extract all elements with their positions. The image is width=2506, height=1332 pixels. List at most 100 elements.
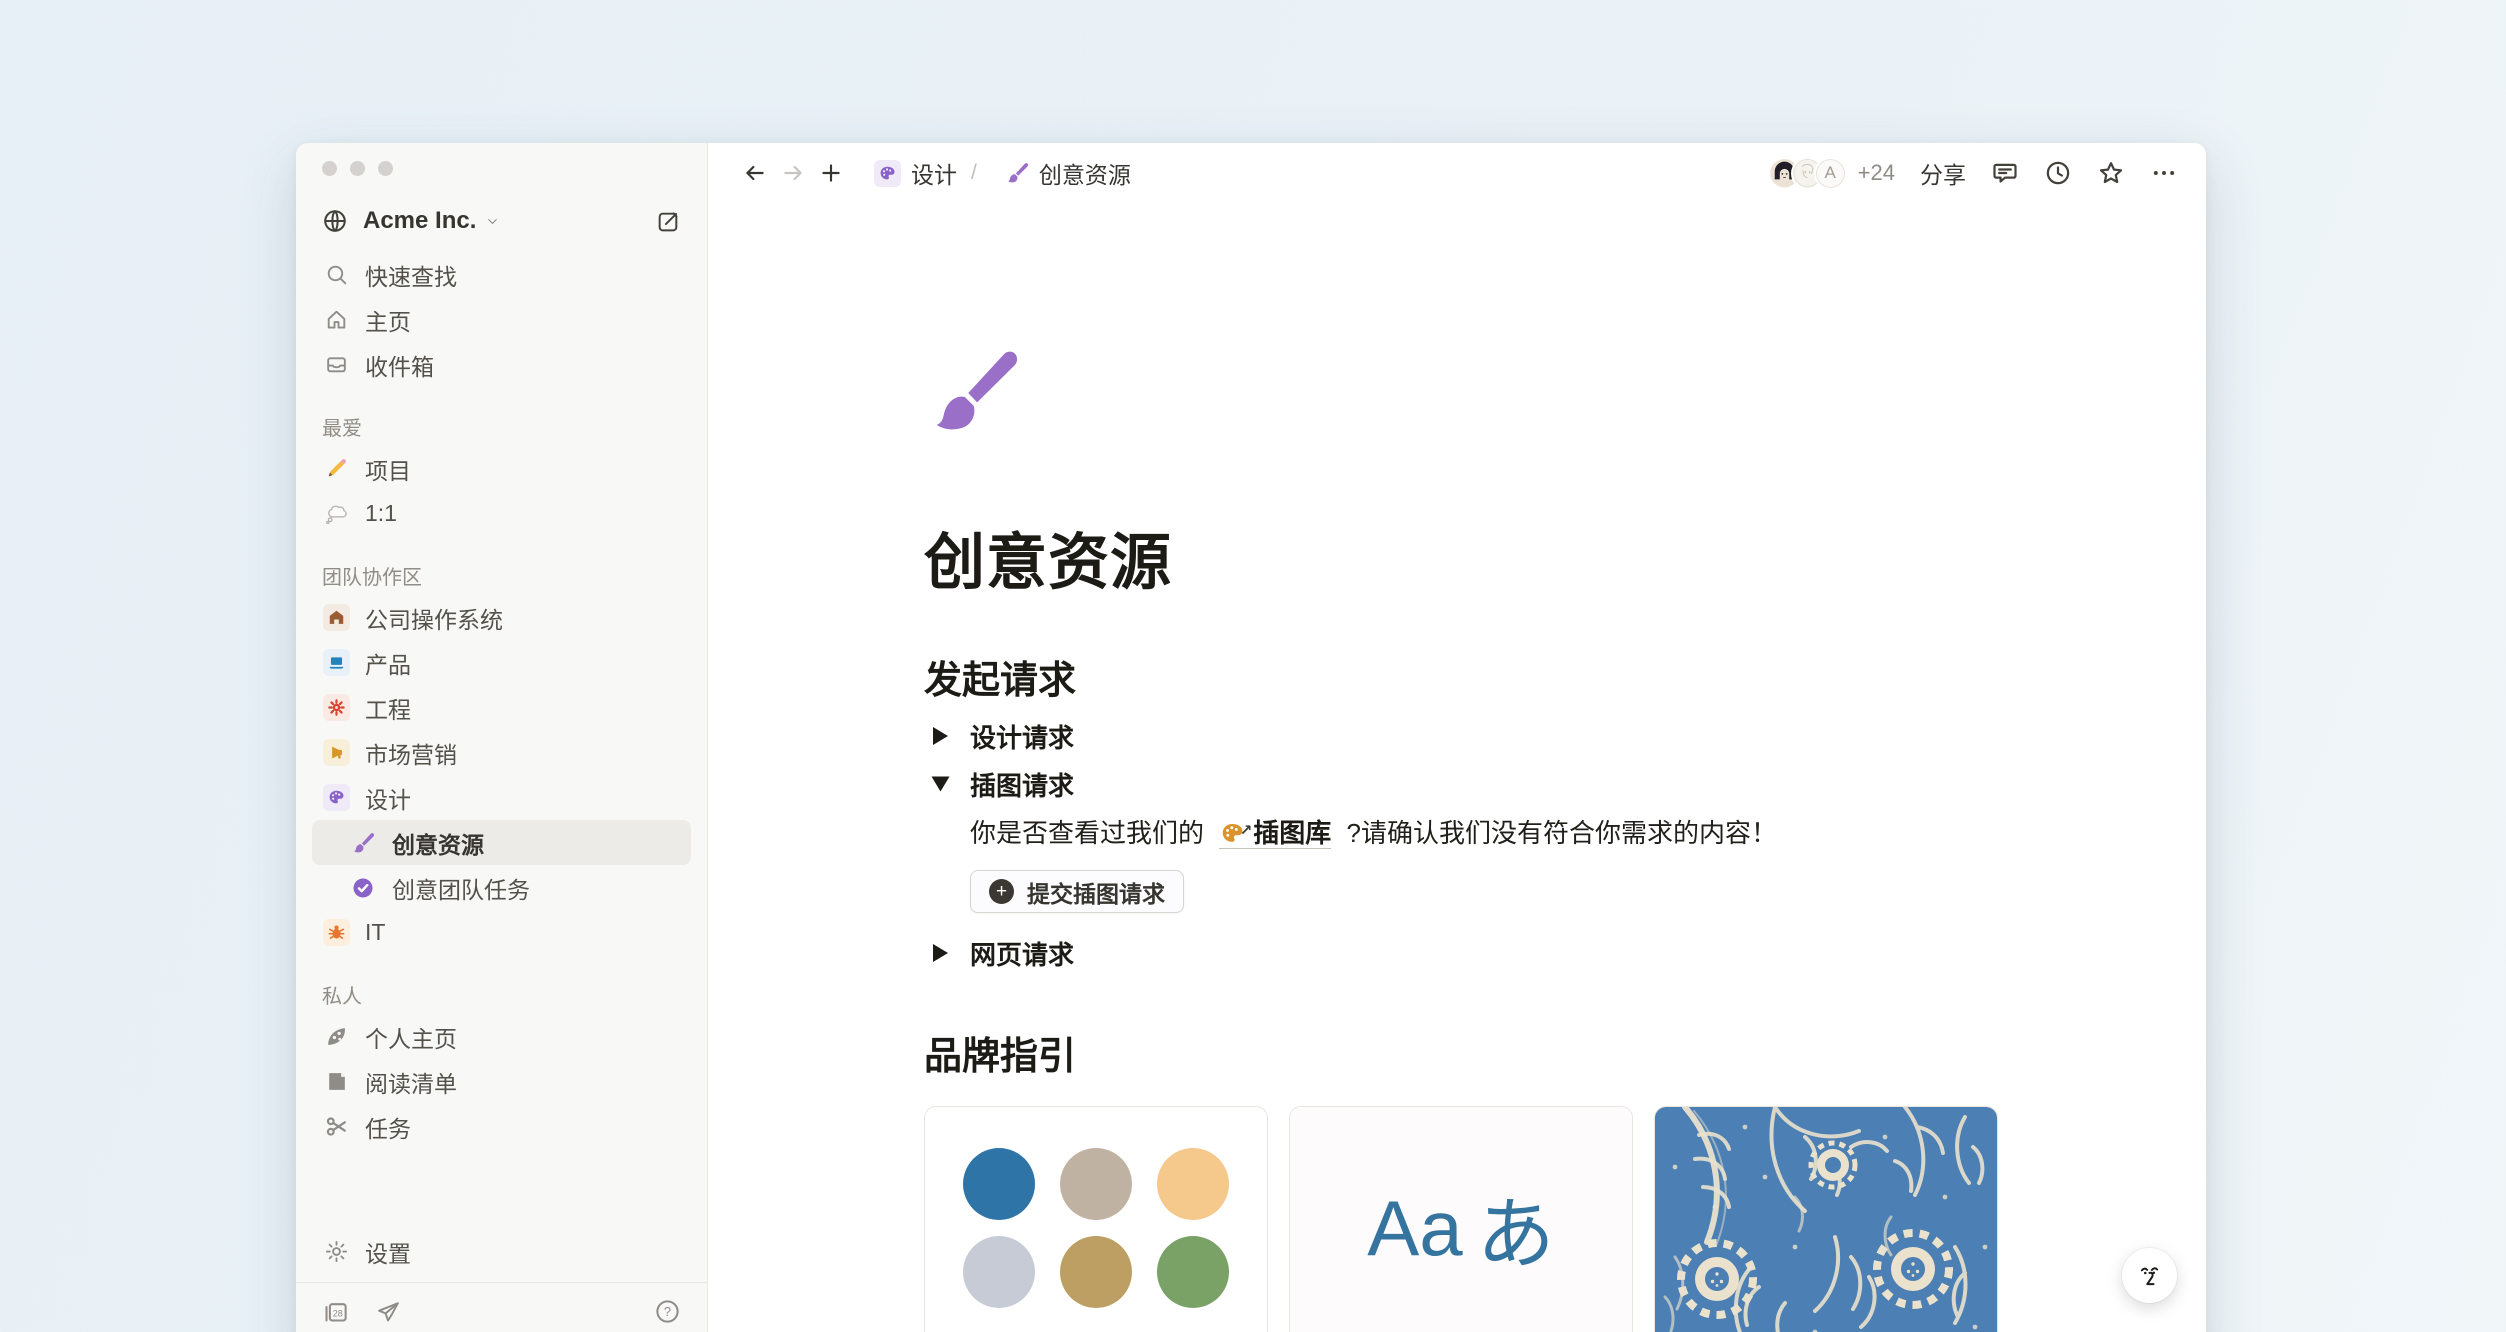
sidebar-item-label: 主页 xyxy=(365,308,411,335)
sidebar-item-reading-list[interactable]: 阅读清单 xyxy=(312,1059,691,1104)
illustration-request-text: 你是否查看过我们的 ↗ 插图库 ?请确认我们没有符合你需求的内容！ xyxy=(970,813,1998,853)
sidebar-item-it[interactable]: IT xyxy=(312,910,691,955)
color-swatch xyxy=(963,1236,1035,1308)
sidebar-item-projects[interactable]: 项目 xyxy=(312,446,691,491)
sidebar-item-quick-find[interactable]: 快速查找 xyxy=(312,252,691,297)
toggle-illustration-requests[interactable]: 插图请求 xyxy=(924,760,1998,808)
brand-cards: 颜色 Aa あ 排版 xyxy=(924,1106,1998,1332)
house-icon xyxy=(322,604,350,631)
avatar-overflow: A xyxy=(1813,156,1847,190)
comments-icon[interactable] xyxy=(1991,159,2019,187)
sidebar-item-label: 阅读清单 xyxy=(365,1070,457,1097)
sidebar-item-label: 快速查找 xyxy=(365,263,457,290)
check-circle-icon xyxy=(349,876,377,900)
share-button[interactable]: 分享 xyxy=(1920,156,1966,190)
calendar-icon[interactable]: 28 xyxy=(322,1298,349,1325)
sidebar-item-creative-assets[interactable]: 创意资源 xyxy=(312,820,691,865)
search-icon xyxy=(322,262,350,287)
card-colors[interactable]: 颜色 xyxy=(924,1106,1268,1332)
window-controls xyxy=(312,159,691,178)
collaborator-avatars[interactable]: A xyxy=(1767,156,1847,190)
sidebar-item-settings[interactable]: 设置 xyxy=(312,1229,691,1274)
topbar: 设计 / 创意资源 A +24 分享 xyxy=(708,143,2206,203)
sidebar-footer: 设置 28 ? xyxy=(296,1229,707,1332)
toggle-label: 网页请求 xyxy=(970,939,1075,970)
book-icon xyxy=(322,1069,350,1094)
toggle-label: 设计请求 xyxy=(970,722,1075,753)
close-window-button[interactable] xyxy=(322,161,337,176)
pizza-icon xyxy=(322,1024,350,1049)
illustration-library-link[interactable]: ↗ 插图库 xyxy=(1219,818,1332,849)
paper-plane-icon[interactable] xyxy=(375,1299,401,1325)
color-swatch xyxy=(1060,1236,1132,1308)
sidebar-item-one-on-one[interactable]: 1:1 xyxy=(312,491,691,536)
toggle-triangle-icon[interactable] xyxy=(924,727,970,745)
chevron-down-icon xyxy=(485,214,500,229)
sidebar-item-tasks[interactable]: 任务 xyxy=(312,1104,691,1149)
paintbrush-icon xyxy=(1005,161,1029,185)
app-window: Acme Inc. 快速查找 主页 收件箱 最爱 项目 1:1 团队协作区 公司… xyxy=(296,143,2206,1332)
history-clock-icon[interactable] xyxy=(2044,159,2072,187)
page-content: 创意资源 发起请求 设计请求 插图请求 你是否查看过我们的 ↗ 插图库 ?请确认我… xyxy=(708,343,1998,1332)
sidebar-item-label: 任务 xyxy=(365,1115,411,1142)
card-imagery[interactable]: 图像 xyxy=(1654,1106,1998,1332)
submit-illustration-request-button[interactable]: + 提交插图请求 xyxy=(970,870,1184,913)
workspace-switcher[interactable]: Acme Inc. xyxy=(312,199,691,243)
card-typography[interactable]: Aa あ 排版 xyxy=(1289,1106,1633,1332)
sub-page-arrow-icon: ↗ xyxy=(1239,822,1253,839)
assistant-face-button[interactable] xyxy=(2122,1248,2177,1303)
sidebar-item-design[interactable]: 设计 xyxy=(312,775,691,820)
color-swatch xyxy=(963,1148,1035,1220)
sidebar-item-label: 公司操作系统 xyxy=(365,606,503,633)
compose-button[interactable] xyxy=(656,209,681,234)
section-label-private: 私人 xyxy=(322,986,362,1008)
gear-icon xyxy=(322,694,350,721)
more-options-icon[interactable] xyxy=(2150,159,2178,187)
toggle-design-requests[interactable]: 设计请求 xyxy=(924,712,1998,760)
sidebar-item-label: 收件箱 xyxy=(365,353,434,380)
sidebar-item-company-os[interactable]: 公司操作系统 xyxy=(312,595,691,640)
sidebar-item-personal-home[interactable]: 个人主页 xyxy=(312,1014,691,1059)
laptop-icon xyxy=(322,649,350,676)
breadcrumb-page[interactable]: 创意资源 xyxy=(1005,156,1131,190)
home-icon xyxy=(322,307,350,332)
page-icon-paintbrush[interactable] xyxy=(924,343,1021,440)
breadcrumb-team[interactable]: 设计 xyxy=(874,156,957,190)
sidebar-item-product[interactable]: 产品 xyxy=(312,640,691,685)
breadcrumb-team-label: 设计 xyxy=(911,162,957,188)
palette-icon: ↗ xyxy=(1219,820,1252,847)
section-heading-brand: 品牌指引 xyxy=(924,1036,1077,1078)
toggle-web-requests[interactable]: 网页请求 xyxy=(924,929,1998,977)
help-button[interactable]: ? xyxy=(654,1298,681,1325)
sidebar-nav: 快速查找 主页 收件箱 xyxy=(312,252,691,387)
sidebar-item-label: 创意团队任务 xyxy=(392,876,530,903)
sidebar-item-label: 个人主页 xyxy=(365,1025,457,1052)
sidebar-item-inbox[interactable]: 收件箱 xyxy=(312,342,691,387)
sidebar-item-marketing[interactable]: 市场营销 xyxy=(312,730,691,775)
sidebar-item-creative-team-tasks[interactable]: 创意团队任务 xyxy=(312,865,691,910)
sidebar-item-home[interactable]: 主页 xyxy=(312,297,691,342)
desktop: { "colors": { "accent_purple": "#9a6fc8"… xyxy=(0,0,2506,1332)
collaborator-overflow-count: +24 xyxy=(1857,160,1895,185)
sidebar: Acme Inc. 快速查找 主页 收件箱 最爱 项目 1:1 团队协作区 公司… xyxy=(296,143,708,1332)
bug-icon xyxy=(322,919,350,946)
back-button[interactable] xyxy=(736,154,774,192)
breadcrumb-separator: / xyxy=(971,161,977,184)
toggle-triangle-icon[interactable] xyxy=(924,775,970,793)
toggle-list: 设计请求 插图请求 你是否查看过我们的 ↗ 插图库 ?请确认我们没有符合你需求的内… xyxy=(924,712,1998,977)
zoom-window-button[interactable] xyxy=(378,161,393,176)
minimize-window-button[interactable] xyxy=(350,161,365,176)
workspace-name: Acme Inc. xyxy=(363,207,477,234)
sidebar-item-label: 产品 xyxy=(365,651,411,678)
megaphone-icon xyxy=(322,739,350,766)
toggle-triangle-icon[interactable] xyxy=(924,944,970,962)
page-title: 创意资源 xyxy=(924,528,1173,596)
sidebar-item-label: 工程 xyxy=(365,696,411,723)
section-label-favorites: 最爱 xyxy=(322,418,362,440)
favorite-star-icon[interactable] xyxy=(2097,159,2125,187)
forward-button[interactable] xyxy=(774,154,812,192)
thought-balloon-icon xyxy=(322,501,350,526)
sidebar-item-engineering[interactable]: 工程 xyxy=(312,685,691,730)
section-heading-requests: 发起请求 xyxy=(924,660,1077,702)
new-page-button[interactable] xyxy=(812,154,850,192)
